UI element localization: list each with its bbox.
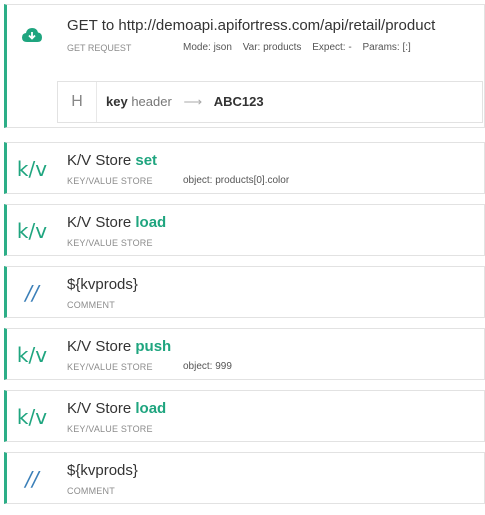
step-comment[interactable]: // ${kvprods} COMMENT [4,266,485,318]
var-value: Var: products [242,42,302,53]
step-keyword: push [135,338,172,355]
params-value: Params: [:] [362,42,411,53]
kv-store-icon: k/v [16,405,48,429]
step-title: K/V Store load [67,400,166,417]
step-keyword: load [135,400,167,417]
step-meta: object: 999 [183,361,232,372]
request-type-label: GET REQUEST [67,43,132,53]
header-text: key header ⟶ ABC123 [106,94,264,110]
kv-store-icon: k/v [16,343,48,367]
step-title-prefix: K/V Store [67,214,136,231]
step-kv-push[interactable]: k/v K/V Store push KEY/VALUE STORE objec… [4,328,485,380]
step-title-prefix: K/V Store [67,400,136,417]
kv-store-icon: k/v [16,219,48,243]
step-meta: object: products[0].color [183,175,290,186]
step-type-label: KEY/VALUE STORE [67,424,153,434]
step-type-label: COMMENT [67,486,115,496]
step-title: ${kvprods} [67,276,138,293]
step-title-prefix: K/V Store [67,152,136,169]
header-row[interactable]: H key header ⟶ ABC123 [57,81,483,123]
header-key-type: header [131,94,172,109]
step-keyword: set [135,152,158,169]
request-meta: Mode: json Var: products Expect: - Param… [183,42,419,53]
step-title: ${kvprods} [67,462,138,479]
cloud-download-icon [7,5,57,65]
header-key: key [106,94,128,109]
step-type-label: KEY/VALUE STORE [67,176,153,186]
expect-value: Expect: - [312,42,352,53]
get-request-block[interactable]: GET to http://demoapi.apifortress.com/ap… [4,4,485,128]
comment-icon: // [25,281,39,305]
kv-store-icon: k/v [16,157,48,181]
step-kv-load[interactable]: k/v K/V Store load KEY/VALUE STORE [4,204,485,256]
step-title-prefix: ${kvprods} [67,462,138,479]
request-title: GET to http://demoapi.apifortress.com/ap… [67,17,436,34]
step-keyword: load [135,214,167,231]
step-kv-set[interactable]: k/v K/V Store set KEY/VALUE STORE object… [4,142,485,194]
step-type-label: KEY/VALUE STORE [67,362,153,372]
step-title: K/V Store load [67,214,166,231]
step-title-prefix: K/V Store [67,338,136,355]
step-title: K/V Store push [67,338,171,355]
mode-value: Mode: json [183,42,232,53]
header-value: ABC123 [213,94,264,109]
step-kv-load[interactable]: k/v K/V Store load KEY/VALUE STORE [4,390,485,442]
step-title-prefix: ${kvprods} [67,276,138,293]
step-type-label: COMMENT [67,300,115,310]
header-badge-icon: H [58,82,97,122]
arrow-right-icon: ⟶ [183,94,203,109]
step-type-label: KEY/VALUE STORE [67,238,153,248]
comment-icon: // [25,467,39,491]
step-comment[interactable]: // ${kvprods} COMMENT [4,452,485,504]
step-title: K/V Store set [67,152,157,169]
